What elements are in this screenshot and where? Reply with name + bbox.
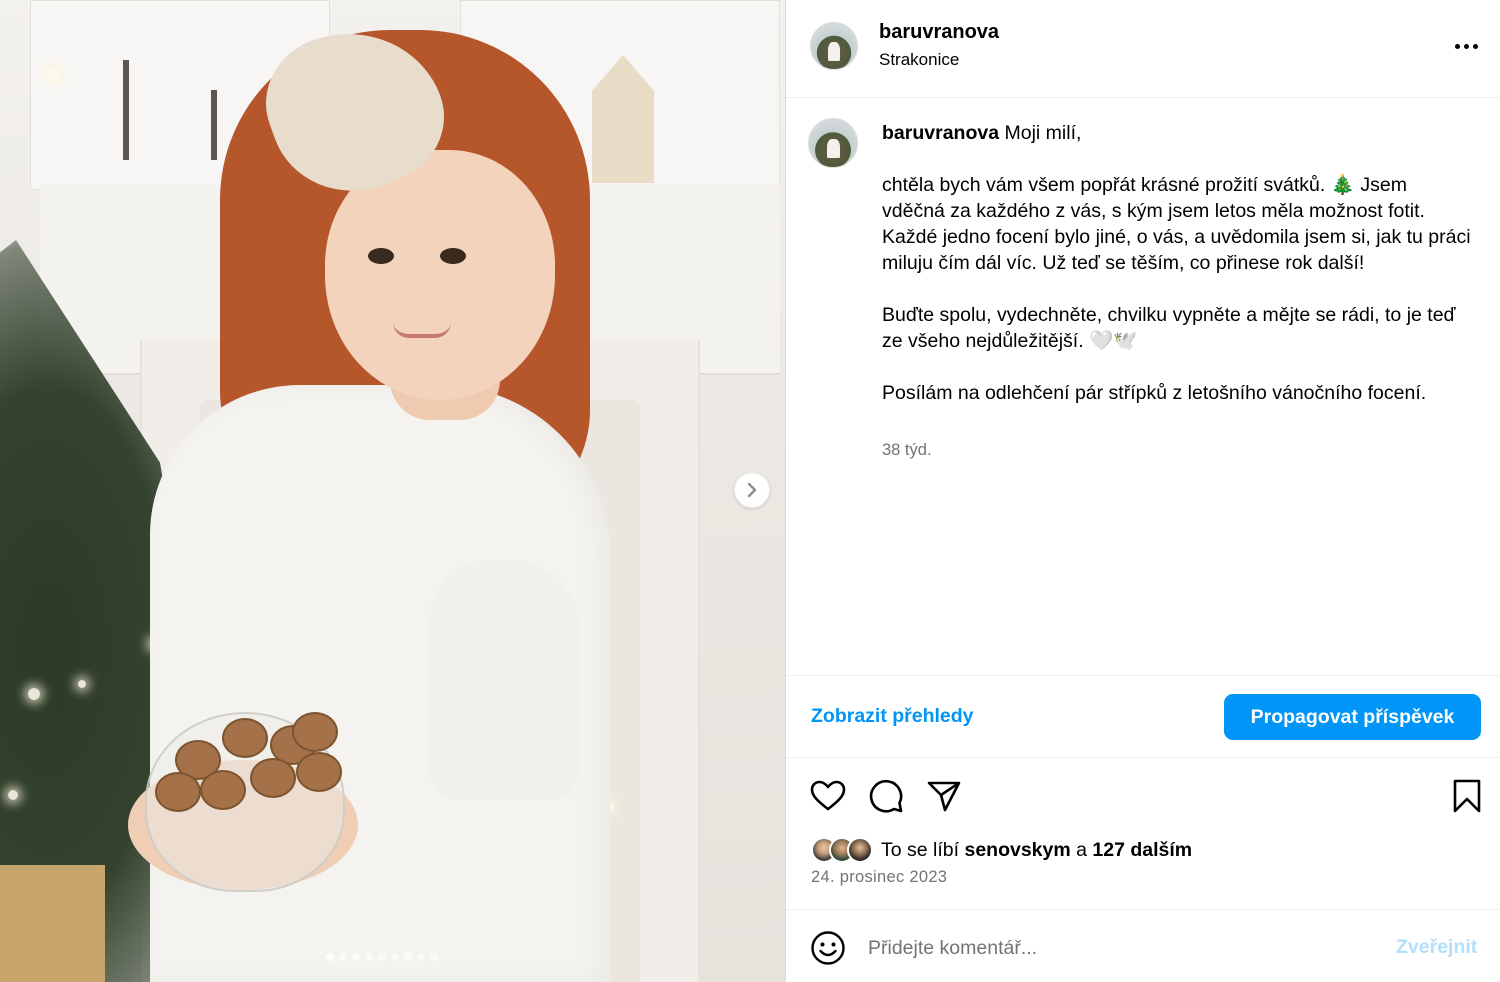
bokeh-light	[28, 688, 40, 700]
post-caption: baruvranova Moji milí, chtěla bych vám v…	[882, 120, 1472, 406]
caption-username[interactable]: baruvranova	[882, 122, 999, 144]
more-options-icon	[1472, 43, 1478, 49]
walnut	[222, 718, 268, 758]
chevron-right-icon	[747, 482, 757, 498]
carousel-dot	[378, 953, 386, 961]
girl-sleeve	[430, 560, 580, 800]
post-sidebar: baruvranova Strakonice baruvranova Moji …	[785, 0, 1500, 982]
carousel-dot	[352, 953, 360, 961]
likes-prefix: To se líbí	[881, 838, 965, 861]
caption-paragraph: Posílám na odlehčení pár střípků z letoš…	[882, 382, 1427, 404]
avatar[interactable]	[810, 22, 858, 70]
share-icon	[927, 781, 961, 812]
walnut	[292, 712, 338, 752]
carousel-dot	[417, 953, 425, 961]
emoji-icon	[811, 931, 845, 965]
girl-eye	[368, 248, 394, 264]
heart-icon	[810, 780, 846, 811]
emoji-button[interactable]	[810, 930, 846, 966]
header-location[interactable]: Strakonice	[879, 50, 959, 70]
post-date: 24. prosinec 2023	[811, 868, 948, 886]
walnut	[200, 770, 246, 810]
bookmark-icon	[1453, 779, 1481, 813]
caption-avatar[interactable]	[808, 118, 858, 168]
liker-avatar	[847, 837, 873, 863]
carousel-next-button[interactable]	[734, 472, 770, 508]
post-comment-button[interactable]: Zveřejnit	[1396, 936, 1477, 959]
carousel-dot	[391, 953, 399, 961]
more-options-button[interactable]	[1451, 34, 1481, 58]
likes-summary[interactable]: To se líbí senovskym a 127 dalším	[811, 835, 1192, 865]
likes-count[interactable]: 127 dalším	[1092, 839, 1192, 861]
bokeh-light	[8, 790, 18, 800]
promo-bar: Zobrazit přehledy Propagovat příspěvek	[786, 675, 1500, 758]
post-header: baruvranova Strakonice	[786, 0, 1500, 98]
comment-input[interactable]	[868, 932, 1368, 964]
action-bar	[786, 772, 1500, 822]
caption-age: 38 týd.	[882, 441, 932, 459]
comment-button[interactable]	[866, 776, 906, 816]
comment-bar: Zveřejnit	[786, 909, 1500, 982]
carousel-indicator	[326, 953, 438, 961]
walnut	[250, 758, 296, 798]
like-button[interactable]	[808, 776, 848, 816]
comment-icon	[869, 779, 903, 813]
header-username[interactable]: baruvranova	[879, 21, 999, 44]
save-button[interactable]	[1447, 776, 1487, 816]
walnut	[296, 752, 342, 792]
walnut	[155, 772, 201, 812]
caption-paragraph: chtěla bych vám všem popřát krásné proži…	[882, 174, 1471, 274]
bokeh-light	[78, 680, 86, 688]
carousel-dot	[365, 953, 373, 961]
post-media[interactable]	[0, 0, 785, 982]
share-button[interactable]	[924, 776, 964, 816]
candle-holder	[211, 90, 217, 160]
view-insights-link[interactable]: Zobrazit přehledy	[811, 705, 974, 728]
gift-box	[0, 865, 105, 982]
carousel-dot	[339, 953, 347, 961]
caption-line: Moji milí,	[1004, 122, 1082, 144]
carousel-dot	[404, 953, 412, 961]
carousel-dot	[430, 953, 438, 961]
likes-user[interactable]: senovskym	[964, 839, 1070, 861]
likes-middle: a	[1070, 838, 1093, 861]
more-options-icon	[1463, 43, 1469, 49]
girl-mouth	[393, 322, 451, 338]
carousel-dot	[326, 953, 334, 961]
likes-text: To se líbí senovskym a 127 dalším	[881, 839, 1192, 862]
bokeh-light	[48, 68, 60, 80]
boost-post-button[interactable]: Propagovat příspěvek	[1224, 694, 1481, 740]
candle-holder	[123, 60, 129, 160]
more-options-icon	[1454, 43, 1460, 49]
caption-paragraph: Buďte spolu, vydechněte, chvilku vypněte…	[882, 304, 1456, 352]
girl-eye	[440, 248, 466, 264]
